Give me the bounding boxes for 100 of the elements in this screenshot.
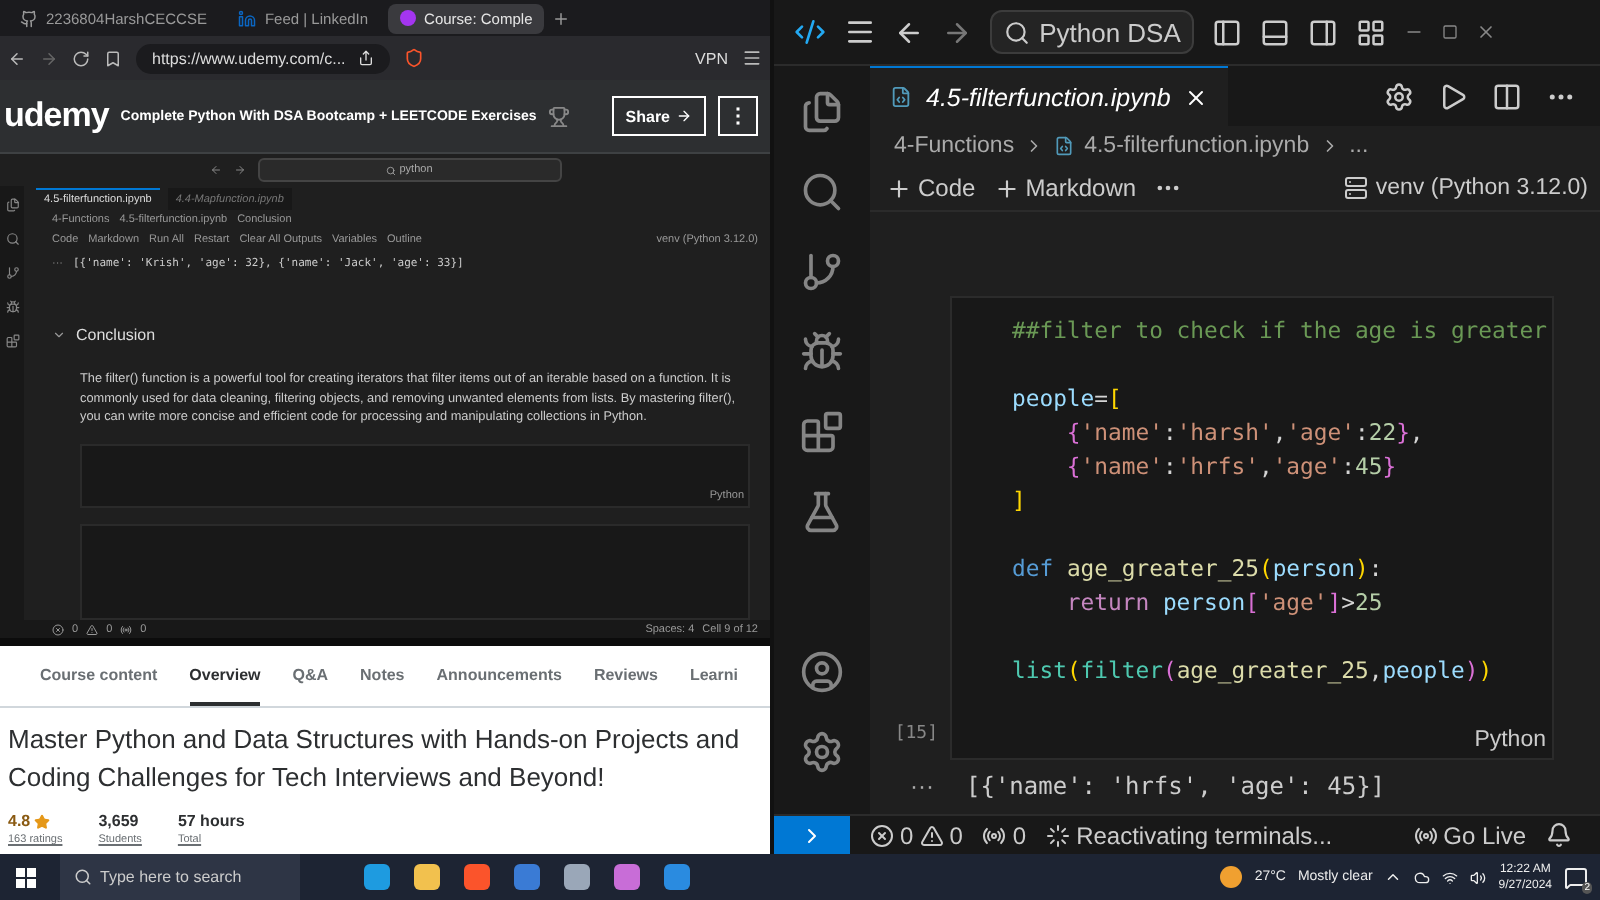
error-icon <box>52 623 64 635</box>
stat-value: 4.8 <box>8 812 63 830</box>
more-button[interactable]: ⋮ <box>718 96 758 136</box>
chevron-up-icon[interactable] <box>1384 868 1403 886</box>
panel-left-icon[interactable] <box>1212 17 1242 47</box>
share-button[interactable]: Share <box>611 96 706 136</box>
start-icon[interactable] <box>16 867 36 887</box>
taskbar-app-icon[interactable] <box>364 864 390 890</box>
course-tab[interactable]: Notes <box>360 646 405 706</box>
code-line: {'name':'harsh','age':22}, <box>1064 416 1426 450</box>
site-logo[interactable]: udemy <box>4 96 109 136</box>
course-tab[interactable]: Announcements <box>436 646 562 706</box>
panel-bottom-icon[interactable] <box>1260 17 1290 47</box>
code-line: list(filter(age_greater_25,people)) <box>1012 654 1495 688</box>
forward-icon[interactable] <box>942 17 972 47</box>
warning-icon <box>86 623 99 635</box>
video-frame[interactable] <box>0 154 770 646</box>
extensions-icon <box>5 334 19 348</box>
weather-icon[interactable] <box>1220 866 1243 888</box>
course-tab[interactable]: Learni <box>689 646 738 706</box>
settings-icon[interactable] <box>1384 81 1414 111</box>
wifi-icon <box>1442 869 1459 885</box>
breadcrumb-item[interactable]: ... <box>1349 134 1369 158</box>
trophy-icon[interactable] <box>548 105 571 127</box>
file-tab[interactable]: 4.5-filterfunction.ipynb <box>870 66 1229 126</box>
taskbar-app-icon[interactable] <box>614 864 640 890</box>
go-live-button[interactable]: Go Live <box>1413 821 1526 849</box>
reload-icon[interactable] <box>72 49 90 67</box>
warning-icon <box>919 823 944 847</box>
address-bar[interactable]: https://www.udemy.com/c... <box>136 43 390 73</box>
taskbar-app-icon[interactable] <box>464 864 490 890</box>
flask-icon[interactable] <box>800 490 844 534</box>
volume-icon <box>1470 869 1487 885</box>
notification-icon <box>1564 865 1588 889</box>
settings-icon[interactable] <box>800 730 844 774</box>
course-tab[interactable]: Course content <box>40 646 158 706</box>
command-search[interactable]: Python DSA <box>990 10 1194 54</box>
cell-language[interactable]: Python <box>1474 728 1546 752</box>
chevron-icon <box>52 327 66 341</box>
search-icon <box>5 232 19 246</box>
execution-count: [15] <box>892 724 940 748</box>
notebook-icon <box>1054 136 1075 156</box>
linkedin-icon <box>238 9 257 27</box>
maximize-icon[interactable] <box>1442 24 1458 40</box>
taskbar-app-icon[interactable] <box>414 864 440 890</box>
code-line: {'name':'hrfs','age':45} <box>1064 450 1399 484</box>
ports-status[interactable]: 0 <box>982 821 1027 849</box>
back-icon <box>209 164 221 176</box>
layout-icon[interactable] <box>1356 17 1386 47</box>
code-line: people=[ <box>1012 382 1124 416</box>
problems-status[interactable]: 0 0 <box>870 821 963 849</box>
search-icon[interactable] <box>800 170 844 214</box>
spinner-icon <box>1046 823 1071 847</box>
search-icon <box>385 165 396 175</box>
code-line: return person['age']>25 <box>1064 586 1385 620</box>
star-icon <box>34 813 51 829</box>
extensions-icon[interactable] <box>800 410 844 454</box>
panel-right-icon[interactable] <box>1308 17 1338 47</box>
plus-icon <box>886 175 912 201</box>
source-control-icon[interactable] <box>800 250 844 294</box>
breadcrumb-item[interactable]: 4-Functions <box>894 134 1015 158</box>
new-tab-icon[interactable] <box>552 9 571 27</box>
course-tab[interactable]: Overview <box>189 646 261 706</box>
account-icon[interactable] <box>800 650 844 694</box>
back-icon[interactable] <box>894 17 924 47</box>
vpn-label[interactable]: VPN <box>695 49 728 67</box>
stat-value: 3,659 <box>98 812 141 830</box>
back-icon[interactable] <box>8 49 26 67</box>
forward-icon[interactable] <box>40 49 58 67</box>
search-icon <box>1003 19 1030 45</box>
output-more[interactable]: ··· <box>910 772 934 800</box>
menu-icon[interactable] <box>844 16 876 48</box>
debug-icon[interactable] <box>800 330 844 374</box>
plus-icon <box>993 175 1020 201</box>
files-icon <box>5 198 19 212</box>
ports-icon <box>120 623 133 635</box>
bell-icon[interactable] <box>1546 822 1572 848</box>
course-tab[interactable]: Reviews <box>593 646 658 706</box>
taskbar-app-icon[interactable] <box>664 864 690 890</box>
github-icon <box>20 9 38 27</box>
close-icon[interactable] <box>1184 85 1209 109</box>
add-cell-button[interactable]: Code <box>886 174 976 202</box>
course-tab[interactable]: Q&A <box>292 646 329 706</box>
share-icon <box>357 50 374 66</box>
app-logo-icon <box>794 16 826 48</box>
shield-icon <box>403 48 424 68</box>
bookmark-icon[interactable] <box>104 49 122 67</box>
cell-output: [{'name': 'hrfs', 'age': 45}] <box>966 772 1386 800</box>
kernel-picker[interactable]: venv (Python 3.12.0) <box>1343 176 1588 200</box>
menu-icon[interactable] <box>742 48 762 68</box>
taskbar-app-icon[interactable] <box>564 864 590 890</box>
search-icon <box>74 868 92 886</box>
server-icon <box>1343 176 1368 200</box>
split-icon[interactable] <box>1492 81 1522 111</box>
breadcrumb-item[interactable]: 4.5-filterfunction.ipynb <box>1084 134 1310 158</box>
taskbar-search[interactable]: Type here to search <box>60 854 300 900</box>
explorer-icon[interactable] <box>800 90 844 134</box>
run-icon[interactable] <box>1438 81 1468 111</box>
terminal-status: Reactivating terminals... <box>1046 821 1333 849</box>
add-cell-button[interactable]: Markdown <box>993 174 1137 202</box>
